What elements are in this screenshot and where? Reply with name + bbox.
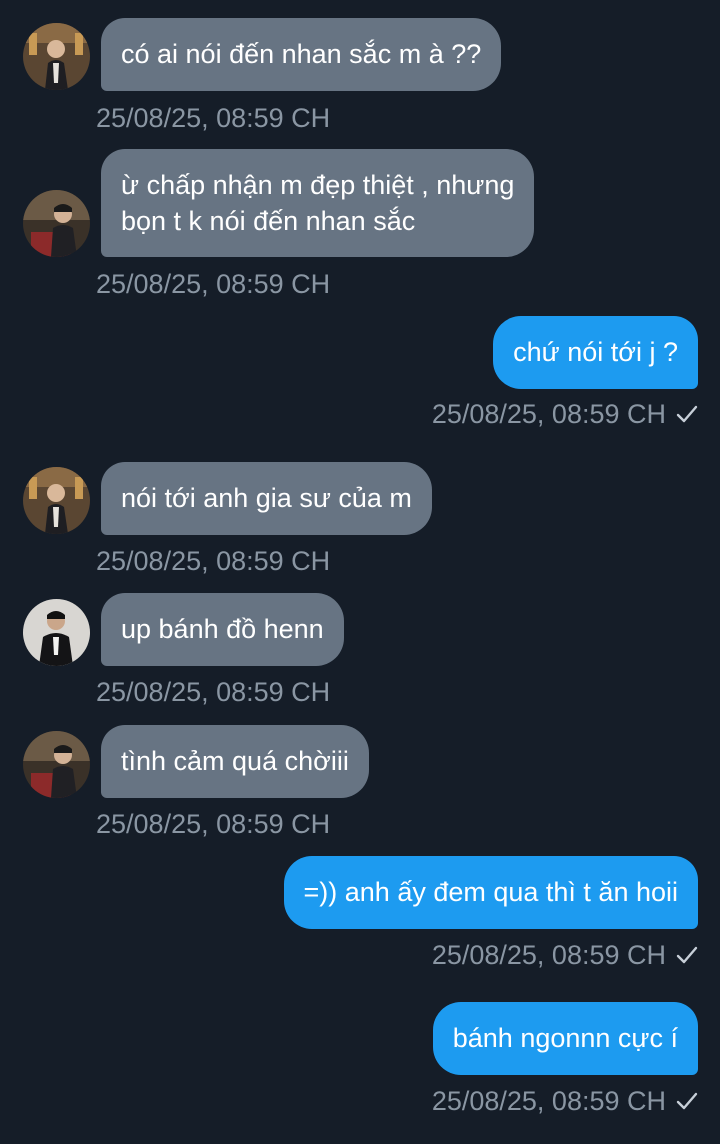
message-bubble-incoming[interactable]: có ai nói đến nhan sắc m à ?? [101, 18, 502, 91]
message-text: nói tới anh gia sư của m [121, 483, 412, 513]
message-text: chứ nói tới j ? [513, 337, 678, 367]
user-photo-icon [23, 599, 90, 666]
message-bubble-outgoing[interactable]: chứ nói tới j ? [493, 316, 698, 389]
avatar[interactable] [23, 23, 90, 90]
chat-thread: có ai nói đến nhan sắc m à ?? 25/08/25, … [0, 0, 720, 1144]
message-timestamp: 25/08/25, 08:59 CH [431, 1086, 666, 1116]
message-text-line: ừ chấp nhận m đẹp thiệt , nhưng [121, 170, 515, 200]
user-photo-icon [23, 467, 90, 534]
message-timestamp: 25/08/25, 08:59 CH [96, 546, 331, 576]
avatar[interactable] [23, 599, 90, 666]
message-bubble-incoming[interactable]: up bánh đồ henn [101, 593, 344, 666]
avatar[interactable] [23, 190, 90, 257]
message-bubble-incoming[interactable]: ừ chấp nhận m đẹp thiệt , nhưng bọn t k … [101, 149, 535, 257]
message-timestamp: 25/08/25, 08:59 CH [431, 940, 666, 970]
user-photo-icon [23, 731, 90, 798]
message-timestamp: 25/08/25, 08:59 CH [96, 269, 331, 299]
message-timestamp: 25/08/25, 08:59 CH [96, 677, 331, 707]
message-timestamp-row: 25/08/25, 08:59 CH [432, 398, 698, 430]
message-timestamp: 25/08/25, 08:59 CH [96, 103, 331, 133]
user-photo-icon [23, 190, 90, 257]
message-bubble-incoming[interactable]: tình cảm quá chờiii [101, 725, 369, 798]
check-icon [676, 944, 698, 966]
message-timestamp: 25/08/25, 08:59 CH [96, 809, 331, 839]
message-timestamp: 25/08/25, 08:59 CH [431, 399, 666, 429]
message-text: tình cảm quá chờiii [121, 746, 349, 776]
avatar[interactable] [23, 467, 90, 534]
message-bubble-outgoing[interactable]: =)) anh ấy đem qua thì t ăn hoii [283, 856, 698, 929]
message-bubble-outgoing[interactable]: bánh ngonnn cực í [432, 1002, 698, 1075]
message-timestamp-row: 25/08/25, 08:59 CH [432, 1085, 698, 1117]
message-text-line: bọn t k nói đến nhan sắc [121, 206, 416, 236]
message-text: bánh ngonnn cực í [452, 1023, 678, 1053]
avatar[interactable] [23, 731, 90, 798]
message-text: up bánh đồ henn [121, 614, 324, 644]
user-photo-icon [23, 23, 90, 90]
message-timestamp-row: 25/08/25, 08:59 CH [432, 939, 698, 971]
check-icon [676, 1090, 698, 1112]
message-text: =)) anh ấy đem qua thì t ăn hoii [303, 877, 678, 907]
message-bubble-incoming[interactable]: nói tới anh gia sư của m [101, 462, 432, 535]
check-icon [676, 403, 698, 425]
message-text: có ai nói đến nhan sắc m à ?? [121, 39, 482, 69]
